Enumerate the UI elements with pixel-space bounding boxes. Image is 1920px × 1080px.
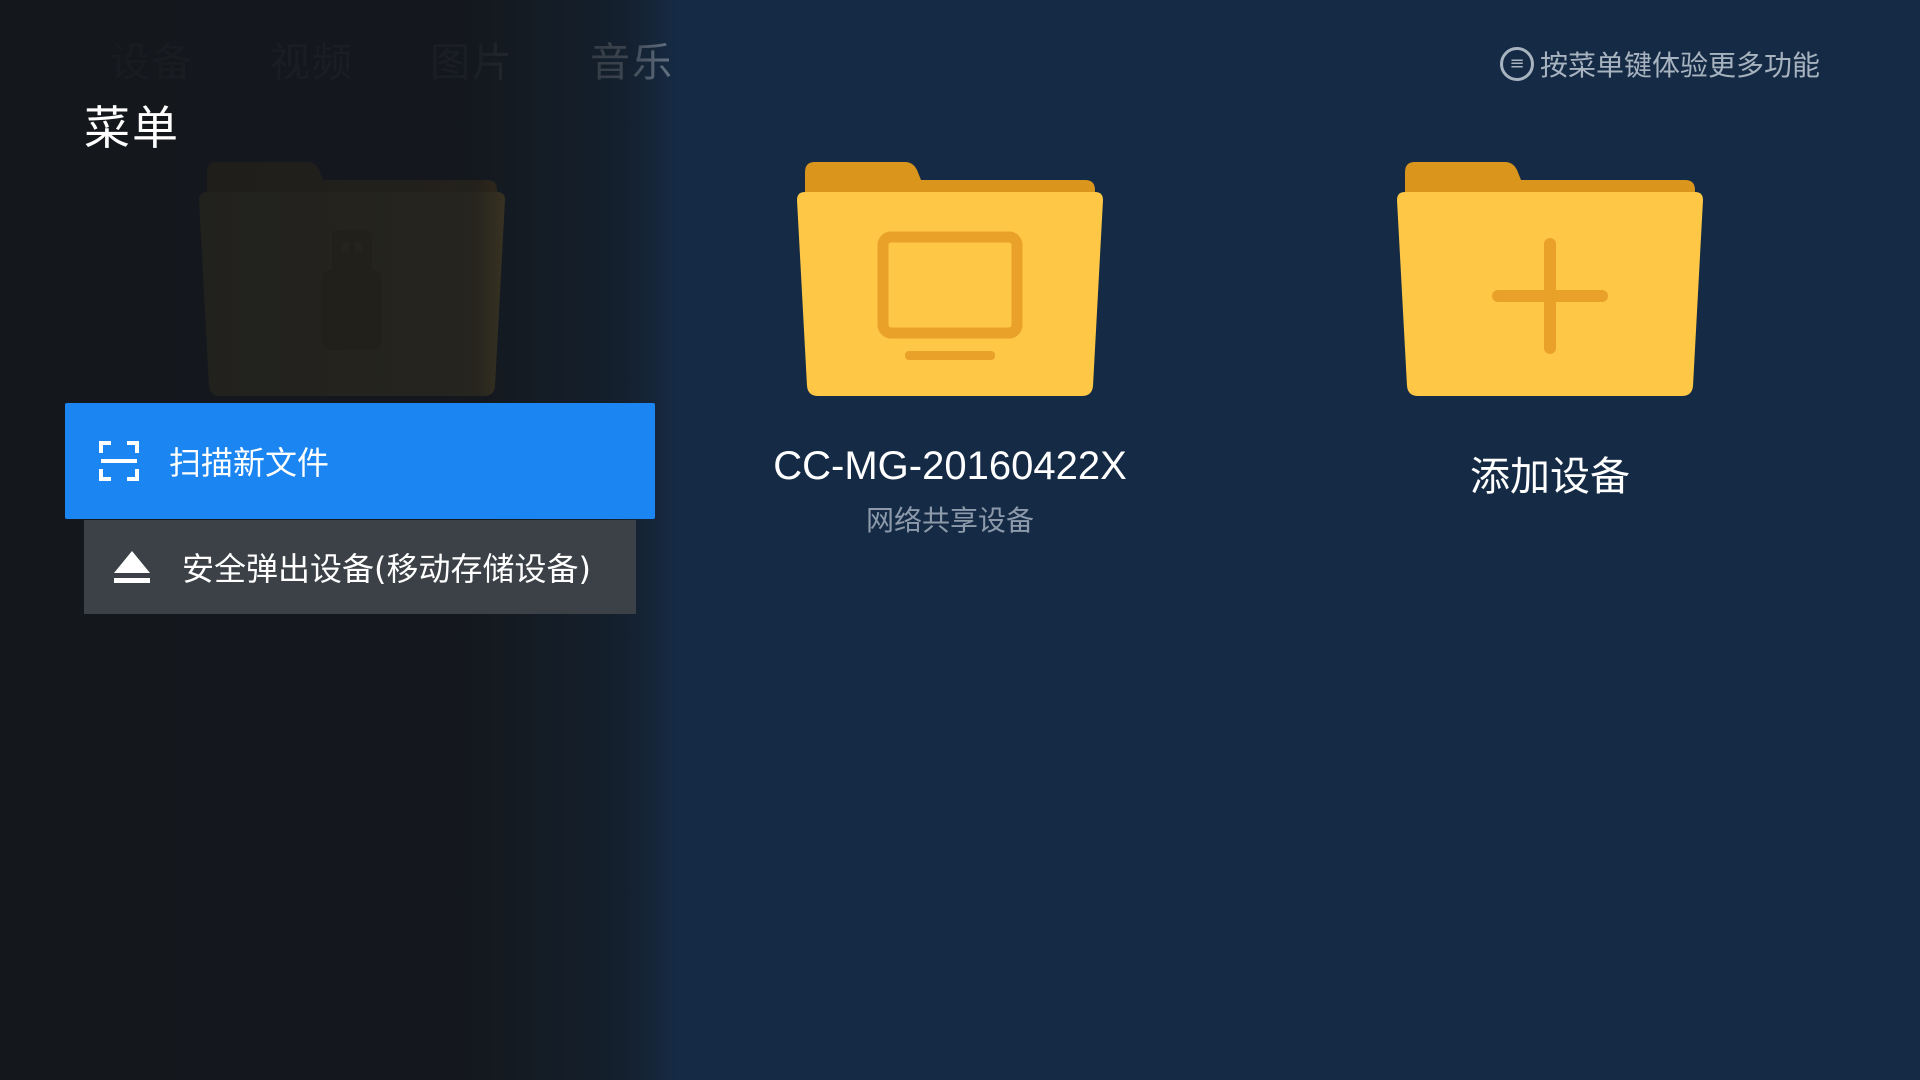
- side-menu-panel: 菜单 扫描新文件 安全弹出设备(移动存储设备): [0, 0, 680, 1080]
- device-subtitle: 网络共享设备: [865, 504, 1034, 537]
- monitor-folder-icon: [797, 162, 1103, 396]
- device-tile-add[interactable]: 添加设备: [1350, 160, 1750, 502]
- menu-hint-text: 按菜单键体验更多功能: [1539, 49, 1820, 82]
- device-name-add: 添加设备: [1470, 455, 1630, 499]
- device-tile-network-share[interactable]: CC-MG-20160422X 网络共享设备: [750, 160, 1150, 539]
- file-manager-screen: 设备 视频 图片 音乐 ≡ 按菜单键体验更多功能 CC-MG-20160422X…: [0, 0, 1920, 1080]
- menu-item-scan-new-files[interactable]: 扫描新文件: [65, 403, 655, 519]
- menu-item-label: 安全弹出设备(移动存储设备): [182, 550, 591, 588]
- menu-key-hint: ≡ 按菜单键体验更多功能: [1499, 44, 1820, 84]
- menu-item-safely-eject[interactable]: 安全弹出设备(移动存储设备): [84, 520, 636, 614]
- plus-folder-icon: [1397, 162, 1703, 396]
- eject-icon: [114, 551, 150, 583]
- menu-title: 菜单: [84, 101, 180, 155]
- menu-item-label: 扫描新文件: [169, 444, 330, 482]
- device-name: CC-MG-20160422X: [773, 444, 1127, 488]
- scan-frame-icon: [99, 441, 139, 481]
- menu-circle-icon: ≡: [1499, 47, 1534, 81]
